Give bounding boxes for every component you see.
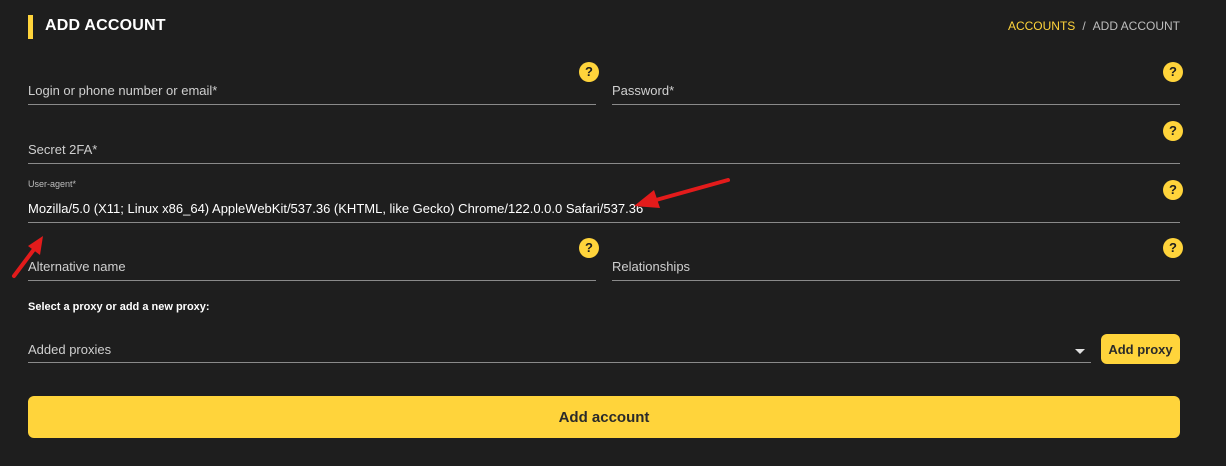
proxy-select[interactable]: Added proxies bbox=[28, 330, 1091, 363]
secret-2fa-field[interactable]: Secret 2FA* bbox=[28, 120, 1180, 164]
relationships-field[interactable]: Relationships bbox=[612, 237, 1180, 281]
user-agent-field[interactable]: User-agent* Mozilla/5.0 (X11; Linux x86_… bbox=[28, 179, 1180, 223]
breadcrumb-accounts-link[interactable]: ACCOUNTS bbox=[1008, 19, 1075, 33]
breadcrumb: ACCOUNTS / ADD ACCOUNT bbox=[1008, 19, 1180, 33]
title-accent-bar bbox=[28, 15, 33, 39]
alternative-name-help-icon[interactable]: ? bbox=[579, 238, 599, 258]
login-placeholder: Login or phone number or email* bbox=[28, 83, 218, 98]
page-header: ADD ACCOUNT ACCOUNTS / ADD ACCOUNT bbox=[28, 15, 1180, 39]
alternative-name-placeholder: Alternative name bbox=[28, 259, 126, 274]
alternative-name-field[interactable]: Alternative name bbox=[28, 237, 596, 281]
caret-down-icon bbox=[1075, 349, 1085, 354]
user-agent-value: Mozilla/5.0 (X11; Linux x86_64) AppleWeb… bbox=[28, 201, 644, 216]
user-agent-help-icon[interactable]: ? bbox=[1163, 180, 1183, 200]
login-help-icon[interactable]: ? bbox=[579, 62, 599, 82]
login-field[interactable]: Login or phone number or email* bbox=[28, 61, 596, 105]
relationships-help-icon[interactable]: ? bbox=[1163, 238, 1183, 258]
add-proxy-button[interactable]: Add proxy bbox=[1101, 334, 1180, 364]
proxy-select-placeholder: Added proxies bbox=[28, 342, 112, 357]
page-title: ADD ACCOUNT bbox=[45, 17, 166, 34]
breadcrumb-separator: / bbox=[1082, 19, 1086, 33]
password-help-icon[interactable]: ? bbox=[1163, 62, 1183, 82]
secret-2fa-help-icon[interactable]: ? bbox=[1163, 121, 1183, 141]
password-placeholder: Password* bbox=[612, 83, 675, 98]
proxy-section-label: Select a proxy or add a new proxy: bbox=[28, 301, 210, 313]
user-agent-label: User-agent* bbox=[28, 179, 77, 189]
add-account-button[interactable]: Add account bbox=[28, 396, 1180, 438]
breadcrumb-current: ADD ACCOUNT bbox=[1092, 19, 1180, 33]
password-field[interactable]: Password* bbox=[612, 61, 1180, 105]
secret-2fa-placeholder: Secret 2FA* bbox=[28, 142, 98, 157]
relationships-placeholder: Relationships bbox=[612, 259, 691, 274]
